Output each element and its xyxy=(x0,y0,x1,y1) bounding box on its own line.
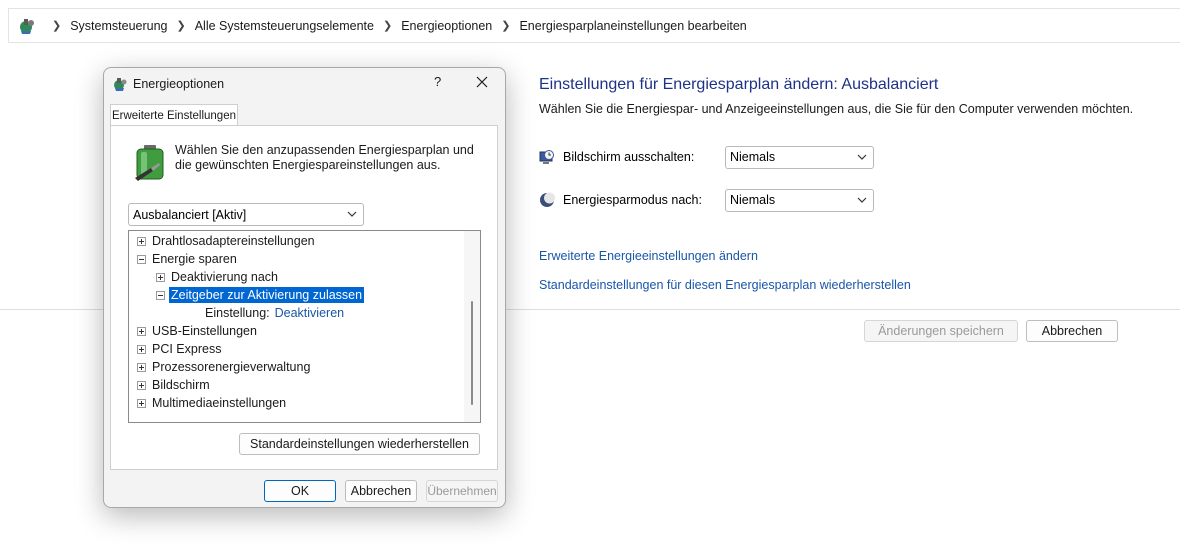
scrollbar-thumb[interactable] xyxy=(471,301,473,405)
expand-icon[interactable] xyxy=(137,326,146,336)
tree-item-label: Prozessorenergieverwaltung xyxy=(152,360,311,374)
tree-item-label: Energie sparen xyxy=(152,252,237,266)
display-off-row: Bildschirm ausschalten: Niemals xyxy=(539,145,874,169)
dialog-cancel-button[interactable]: Abbrechen xyxy=(345,480,417,502)
tree-item-label: Bildschirm xyxy=(152,378,210,392)
tree-item-label: PCI Express xyxy=(152,342,222,356)
display-off-value: Niemals xyxy=(730,150,776,164)
tree-item-multimedia[interactable]: Multimediaeinstellungen xyxy=(137,394,286,412)
expand-icon[interactable] xyxy=(156,272,165,282)
dialog-titlebar: Energieoptionen xyxy=(112,75,224,93)
restore-defaults-button[interactable]: Standardeinstellungen wiederherstellen xyxy=(239,433,480,455)
tab-advanced-settings[interactable]: Erweiterte Einstellungen xyxy=(110,104,238,126)
battery-plan-icon xyxy=(135,145,164,181)
display-off-label: Bildschirm ausschalten: xyxy=(563,150,695,164)
page-title: Einstellungen für Energiesparplan ändern… xyxy=(539,76,939,93)
tree-item-display[interactable]: Bildschirm xyxy=(137,376,210,394)
tree-scrollbar[interactable] xyxy=(464,231,480,422)
expand-icon[interactable] xyxy=(137,344,146,354)
chevron-right-icon: ❯ xyxy=(176,20,186,32)
chevron-down-icon xyxy=(857,154,867,160)
advanced-settings-link[interactable]: Erweiterte Energieeinstellungen ändern xyxy=(539,249,758,263)
setting-label: Einstellung: xyxy=(205,306,270,320)
power-options-dialog: Energieoptionen ? Erweiterte Einstellung… xyxy=(103,67,506,508)
tree-item-label: Multimediaeinstellungen xyxy=(152,396,287,410)
power-plan-value: Ausbalanciert [Aktiv] xyxy=(133,207,247,222)
tree-item-label: Deaktivierung nach xyxy=(171,270,279,284)
chevron-down-icon xyxy=(347,211,357,217)
tree-item-label: Drahtlosadaptereinstellungen xyxy=(152,234,315,248)
close-icon[interactable] xyxy=(475,75,489,89)
expand-icon[interactable] xyxy=(137,236,146,246)
sleep-row: Energiesparmodus nach: Niemals xyxy=(539,188,874,212)
monitor-clock-icon xyxy=(539,150,554,164)
breadcrumb-item-edit-plan[interactable]: Energiesparplaneinstellungen bearbeiten xyxy=(519,19,746,33)
address-bar: ❯ Systemsteuerung ❯ Alle Systemsteuerung… xyxy=(8,8,1180,43)
apply-button[interactable]: Übernehmen xyxy=(426,480,498,502)
collapse-icon[interactable] xyxy=(156,290,165,300)
chevron-right-icon: ❯ xyxy=(501,20,511,32)
dialog-intro-text: Wählen Sie den anzupassenden Energiespar… xyxy=(175,143,474,172)
sleep-select[interactable]: Niemals xyxy=(725,188,874,212)
breadcrumb-item-power-options[interactable]: Energieoptionen xyxy=(401,19,492,33)
chevron-right-icon: ❯ xyxy=(382,20,393,32)
power-plan-select[interactable]: Ausbalanciert [Aktiv] xyxy=(128,203,364,226)
save-changes-button[interactable]: Änderungen speichern xyxy=(864,320,1018,342)
help-button[interactable]: ? xyxy=(434,74,441,89)
collapse-icon[interactable] xyxy=(137,254,146,264)
sleep-value: Niemals xyxy=(730,193,776,207)
tree-item-pci[interactable]: PCI Express xyxy=(137,340,221,358)
power-options-icon xyxy=(114,78,127,91)
display-off-select[interactable]: Niemals xyxy=(725,145,874,169)
chevron-right-icon: ❯ xyxy=(52,20,62,32)
cancel-button[interactable]: Abbrechen xyxy=(1026,320,1118,342)
tab-panel: Wählen Sie den anzupassenden Energiespar… xyxy=(110,125,498,470)
moon-icon xyxy=(540,192,555,207)
breadcrumb-item-all-items[interactable]: Alle Systemsteuerungselemente xyxy=(195,19,374,33)
expand-icon[interactable] xyxy=(137,398,146,408)
tree-setting-row: Einstellung: Deaktivieren xyxy=(205,304,344,322)
tree-item-label: USB-Einstellungen xyxy=(152,324,257,338)
tree-item-usb[interactable]: USB-Einstellungen xyxy=(137,322,257,340)
restore-plan-defaults-link[interactable]: Standardeinstellungen für diesen Energie… xyxy=(539,278,911,292)
dialog-title: Energieoptionen xyxy=(133,77,225,91)
breadcrumb-item-control-panel[interactable]: Systemsteuerung xyxy=(70,19,167,33)
tree-item-sleep-after[interactable]: Deaktivierung nach xyxy=(156,268,278,286)
sleep-label: Energiesparmodus nach: xyxy=(563,193,702,207)
expand-icon[interactable] xyxy=(137,362,146,372)
tree-item-wireless[interactable]: Drahtlosadaptereinstellungen xyxy=(137,232,315,250)
tree-item-wake-timers[interactable]: Zeitgeber zur Aktivierung zulassen xyxy=(156,286,365,304)
settings-tree: Drahtlosadaptereinstellungen Energie spa… xyxy=(128,230,481,423)
ok-button[interactable]: OK xyxy=(264,480,336,502)
breadcrumb: ❯ Systemsteuerung ❯ Alle Systemsteuerung… xyxy=(17,9,747,42)
expand-icon[interactable] xyxy=(137,380,146,390)
page-subtitle: Wählen Sie die Energiespar- und Anzeigee… xyxy=(539,102,1134,116)
chevron-down-icon xyxy=(857,197,867,203)
tree-item-sleep[interactable]: Energie sparen xyxy=(137,250,237,268)
control-panel-icon xyxy=(20,18,34,34)
setting-value-link[interactable]: Deaktivieren xyxy=(275,306,344,320)
tree-item-label-selected: Zeitgeber zur Aktivierung zulassen xyxy=(169,287,365,303)
tree-item-processor[interactable]: Prozessorenergieverwaltung xyxy=(137,358,310,376)
